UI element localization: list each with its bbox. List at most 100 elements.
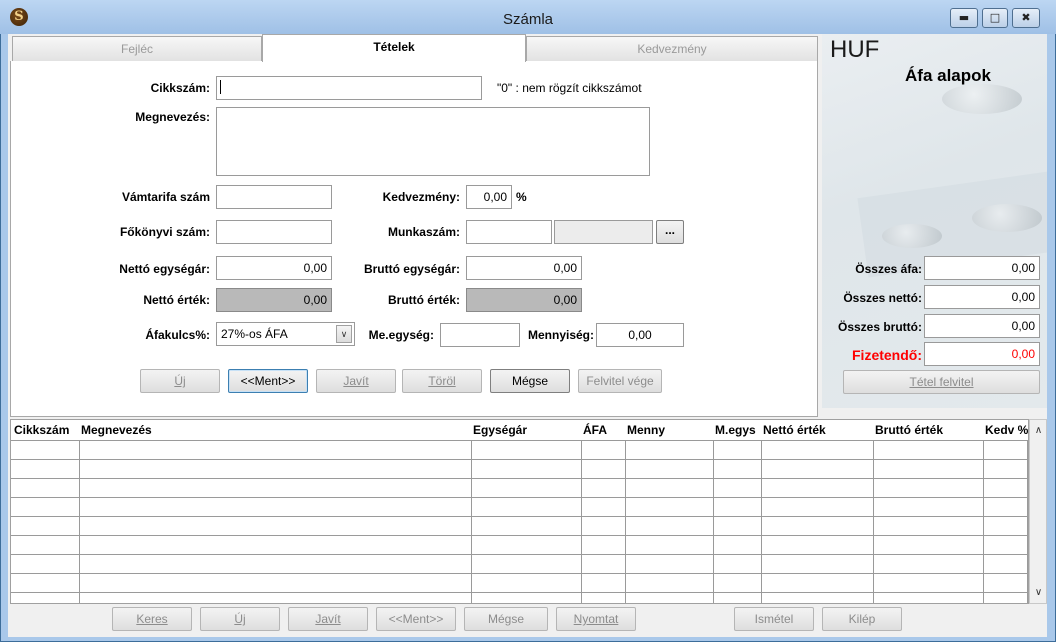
fokonyvi-label: Főkönyvi szám: <box>119 225 210 239</box>
tab-fejlec[interactable]: Fejléc <box>12 36 262 62</box>
text-cursor <box>216 76 482 100</box>
column-divider <box>1027 440 1028 603</box>
afa-alapok-title: Áfa alapok <box>905 66 991 85</box>
mennyiseg-input[interactable]: 0,00 <box>596 323 684 347</box>
netto-egysegar-input[interactable]: 0,00 <box>216 256 332 280</box>
scroll-up-icon[interactable]: ∧ <box>1032 424 1045 438</box>
fizetendo-label: Fizetendő: <box>852 347 922 363</box>
osszes-brutto-value: 0,00 <box>924 314 1040 338</box>
keres-button-label: Keres <box>136 612 168 626</box>
currency-label: HUF <box>830 36 880 63</box>
netto-egysegar-label: Nettó egységár: <box>119 262 210 276</box>
column-header-afa[interactable]: ÁFA <box>580 420 607 440</box>
osszes-brutto-label: Összes bruttó: <box>837 320 922 334</box>
column-header-megnevezes[interactable]: Megnevezés <box>78 420 152 440</box>
table-row <box>11 440 1028 441</box>
bottom-uj-button[interactable]: Új <box>200 607 280 631</box>
tab-kedvezmeny[interactable]: Kedvezmény <box>526 36 818 62</box>
netto-ertek-value: 0,00 <box>216 288 332 312</box>
table-row <box>11 592 1028 593</box>
megnevezes-label: Megnevezés: <box>135 110 210 124</box>
afakulcs-select[interactable]: 27%-os ÁFA ∨ <box>216 322 355 346</box>
table-row <box>11 554 1028 555</box>
column-header-menny[interactable]: Menny <box>624 420 665 440</box>
minimize-button[interactable]: ▬ <box>950 8 978 28</box>
table-row <box>11 459 1028 460</box>
nyomtat-button[interactable]: Nyomtat <box>556 607 636 631</box>
maximize-button[interactable]: □ <box>982 8 1008 28</box>
kilep-button[interactable]: Kilép <box>822 607 902 631</box>
keres-button[interactable]: Keres <box>112 607 192 631</box>
bottom-megse-button[interactable]: Mégse <box>464 607 548 631</box>
osszes-afa-value: 0,00 <box>924 256 1040 280</box>
nyomtat-button-label: Nyomtat <box>573 612 619 626</box>
table-row <box>11 478 1028 479</box>
column-divider <box>79 440 80 603</box>
osszes-afa-label: Összes áfa: <box>855 262 922 276</box>
meegyseg-input[interactable] <box>440 323 520 347</box>
bottom-javit-button[interactable]: Javít <box>288 607 368 631</box>
munkaszam-input[interactable] <box>466 220 552 244</box>
kedvezmeny-label: Kedvezmény: <box>382 190 460 204</box>
items-table[interactable]: Cikkszám Megnevezés Egységár ÁFA Menny M… <box>10 419 1029 604</box>
afakulcs-selected-value: 27%-os ÁFA <box>221 327 288 341</box>
uj-button[interactable]: Új <box>140 369 220 393</box>
torol-button[interactable]: Töröl <box>402 369 482 393</box>
mennyiseg-label: Mennyiség: <box>527 328 594 342</box>
vamtarifa-input[interactable] <box>216 185 332 209</box>
javit-button-label: Javít <box>343 374 369 388</box>
osszes-netto-value: 0,00 <box>924 285 1040 309</box>
column-header-megys[interactable]: M.egys <box>712 420 756 440</box>
munkaszam-label: Munkaszám: <box>387 225 460 239</box>
column-header-kedv[interactable]: Kedv % <box>982 420 1028 440</box>
bottom-javit-button-label: Javít <box>315 612 341 626</box>
chevron-down-icon[interactable]: ∨ <box>336 325 352 343</box>
column-divider <box>625 440 626 603</box>
brutto-egysegar-input[interactable]: 0,00 <box>466 256 582 280</box>
fizetendo-value: 0,00 <box>924 342 1040 366</box>
megnevezes-textarea[interactable] <box>216 107 650 176</box>
munkaszam-browse-button[interactable]: ... <box>656 220 684 244</box>
column-divider <box>761 440 762 603</box>
cikkszam-hint: "0" : nem rögzít cikkszámot <box>497 81 642 95</box>
table-scrollbar[interactable]: ∧ ∨ <box>1029 419 1047 604</box>
window-title: Számla <box>502 11 554 28</box>
column-divider <box>873 440 874 603</box>
kedvezmeny-input[interactable]: 0,00 <box>466 185 512 209</box>
scroll-down-icon[interactable]: ∨ <box>1032 586 1045 600</box>
kedvezmeny-unit: % <box>516 190 527 204</box>
column-header-brutto-ertek[interactable]: Bruttó érték <box>872 420 943 440</box>
column-divider <box>713 440 714 603</box>
background-coin <box>942 84 1022 114</box>
table-row <box>11 573 1028 574</box>
felvitel-vege-button[interactable]: Felvitel vége <box>578 369 662 393</box>
afakulcs-label: Áfakulcs%: <box>145 328 210 342</box>
netto-ertek-label: Nettó érték: <box>143 293 210 307</box>
column-header-cikkszam[interactable]: Cikkszám <box>11 420 69 440</box>
meegyseg-label: Me.egység: <box>368 328 434 342</box>
bottom-ment-button[interactable]: <<Ment>> <box>376 607 456 631</box>
column-divider <box>983 440 984 603</box>
column-divider <box>581 440 582 603</box>
brutto-egysegar-label: Bruttó egységár: <box>363 262 460 276</box>
torol-button-label: Töröl <box>428 374 456 388</box>
table-row <box>11 497 1028 498</box>
ismetel-button[interactable]: Ismétel <box>734 607 814 631</box>
megse-button[interactable]: Mégse <box>490 369 570 393</box>
tetel-felvitel-button[interactable]: Tétel felvitel <box>843 370 1040 394</box>
column-header-egysegar[interactable]: Egységár <box>470 420 527 440</box>
tab-tetelek[interactable]: Tételek <box>262 34 526 62</box>
brutto-ertek-value: 0,00 <box>466 288 582 312</box>
vamtarifa-label: Vámtarifa szám <box>121 190 210 204</box>
table-row <box>11 535 1028 536</box>
brutto-ertek-label: Bruttó érték: <box>387 293 460 307</box>
table-row <box>11 516 1028 517</box>
close-button[interactable]: ✖ <box>1012 8 1040 28</box>
javit-button[interactable]: Javít <box>316 369 396 393</box>
fokonyvi-input[interactable] <box>216 220 332 244</box>
background-coin <box>882 224 942 248</box>
ment-button[interactable]: <<Ment>> <box>228 369 308 393</box>
osszes-netto-label: Összes nettó: <box>843 291 922 305</box>
tetel-felvitel-label: Tétel felvitel <box>909 375 974 389</box>
column-header-netto-ertek[interactable]: Nettó érték <box>760 420 826 440</box>
